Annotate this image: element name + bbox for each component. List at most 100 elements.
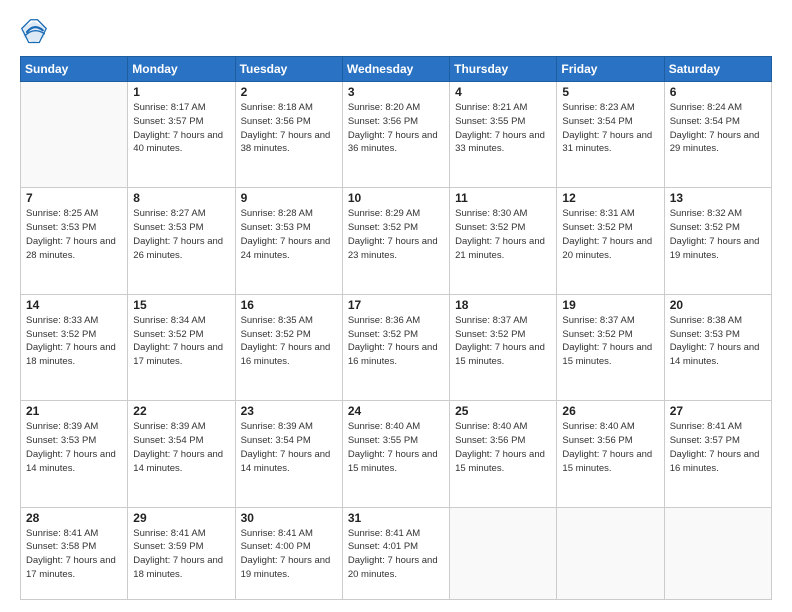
day-cell: 18 Sunrise: 8:37 AMSunset: 3:52 PMDayligh…	[450, 294, 557, 400]
col-thursday: Thursday	[450, 57, 557, 82]
col-saturday: Saturday	[664, 57, 771, 82]
day-info: Sunrise: 8:36 AMSunset: 3:52 PMDaylight:…	[348, 314, 444, 369]
day-cell: 17 Sunrise: 8:36 AMSunset: 3:52 PMDayligh…	[342, 294, 449, 400]
day-cell: 5 Sunrise: 8:23 AMSunset: 3:54 PMDaylight…	[557, 82, 664, 188]
day-cell	[21, 82, 128, 188]
day-info: Sunrise: 8:35 AMSunset: 3:52 PMDaylight:…	[241, 314, 337, 369]
day-number: 30	[241, 511, 337, 525]
day-cell	[450, 507, 557, 599]
day-cell: 3 Sunrise: 8:20 AMSunset: 3:56 PMDaylight…	[342, 82, 449, 188]
week-row-1: 7 Sunrise: 8:25 AMSunset: 3:53 PMDaylight…	[21, 188, 772, 294]
day-cell	[557, 507, 664, 599]
week-row-3: 21Sunrise: 8:39 AMSunset: 3:53 PMDayligh…	[21, 401, 772, 507]
day-cell: 22 Sunrise: 8:39 AMSunset: 3:54 PMDayligh…	[128, 401, 235, 507]
day-number: 28	[26, 511, 122, 525]
col-friday: Friday	[557, 57, 664, 82]
day-number: 18	[455, 298, 551, 312]
day-info: Sunrise: 8:18 AMSunset: 3:56 PMDaylight:…	[241, 101, 337, 156]
day-info: Sunrise: 8:17 AMSunset: 3:57 PMDaylight:…	[133, 101, 229, 156]
day-cell: 24Sunrise: 8:40 AMSunset: 3:55 PMDayligh…	[342, 401, 449, 507]
day-cell: 6 Sunrise: 8:24 AMSunset: 3:54 PMDaylight…	[664, 82, 771, 188]
day-cell: 29 Sunrise: 8:41 AMSunset: 3:59 PMDayligh…	[128, 507, 235, 599]
day-cell: 27Sunrise: 8:41 AMSunset: 3:57 PMDayligh…	[664, 401, 771, 507]
day-info: Sunrise: 8:37 AMSunset: 3:52 PMDaylight:…	[562, 314, 658, 369]
day-cell: 23 Sunrise: 8:39 AMSunset: 3:54 PMDayligh…	[235, 401, 342, 507]
day-info: Sunrise: 8:25 AMSunset: 3:53 PMDaylight:…	[26, 207, 122, 262]
col-wednesday: Wednesday	[342, 57, 449, 82]
day-number: 15	[133, 298, 229, 312]
day-info: Sunrise: 8:33 AMSunset: 3:52 PMDaylight:…	[26, 314, 122, 369]
day-cell: 26 Sunrise: 8:40 AMSunset: 3:56 PMDayligh…	[557, 401, 664, 507]
day-info: Sunrise: 8:39 AMSunset: 3:53 PMDaylight:…	[26, 420, 122, 475]
day-number: 24	[348, 404, 444, 418]
day-number: 6	[670, 85, 766, 99]
day-cell: 25 Sunrise: 8:40 AMSunset: 3:56 PMDayligh…	[450, 401, 557, 507]
day-number: 10	[348, 191, 444, 205]
day-info: Sunrise: 8:29 AMSunset: 3:52 PMDaylight:…	[348, 207, 444, 262]
day-cell: 13 Sunrise: 8:32 AMSunset: 3:52 PMDayligh…	[664, 188, 771, 294]
day-number: 26	[562, 404, 658, 418]
day-cell: 11Sunrise: 8:30 AMSunset: 3:52 PMDayligh…	[450, 188, 557, 294]
day-info: Sunrise: 8:41 AMSunset: 3:59 PMDaylight:…	[133, 527, 229, 582]
day-cell: 14 Sunrise: 8:33 AMSunset: 3:52 PMDayligh…	[21, 294, 128, 400]
week-row-0: 1 Sunrise: 8:17 AMSunset: 3:57 PMDaylight…	[21, 82, 772, 188]
day-info: Sunrise: 8:23 AMSunset: 3:54 PMDaylight:…	[562, 101, 658, 156]
day-number: 23	[241, 404, 337, 418]
day-info: Sunrise: 8:40 AMSunset: 3:56 PMDaylight:…	[562, 420, 658, 475]
day-info: Sunrise: 8:27 AMSunset: 3:53 PMDaylight:…	[133, 207, 229, 262]
day-info: Sunrise: 8:41 AMSunset: 4:00 PMDaylight:…	[241, 527, 337, 582]
day-info: Sunrise: 8:32 AMSunset: 3:52 PMDaylight:…	[670, 207, 766, 262]
day-info: Sunrise: 8:31 AMSunset: 3:52 PMDaylight:…	[562, 207, 658, 262]
calendar-header-row: Sunday Monday Tuesday Wednesday Thursday…	[21, 57, 772, 82]
day-cell: 16Sunrise: 8:35 AMSunset: 3:52 PMDayligh…	[235, 294, 342, 400]
day-number: 2	[241, 85, 337, 99]
day-number: 31	[348, 511, 444, 525]
day-cell: 2 Sunrise: 8:18 AMSunset: 3:56 PMDaylight…	[235, 82, 342, 188]
day-info: Sunrise: 8:38 AMSunset: 3:53 PMDaylight:…	[670, 314, 766, 369]
header	[20, 18, 772, 46]
col-sunday: Sunday	[21, 57, 128, 82]
day-cell: 9Sunrise: 8:28 AMSunset: 3:53 PMDaylight…	[235, 188, 342, 294]
day-cell: 7 Sunrise: 8:25 AMSunset: 3:53 PMDaylight…	[21, 188, 128, 294]
day-info: Sunrise: 8:41 AMSunset: 3:58 PMDaylight:…	[26, 527, 122, 582]
day-number: 4	[455, 85, 551, 99]
day-info: Sunrise: 8:21 AMSunset: 3:55 PMDaylight:…	[455, 101, 551, 156]
day-number: 19	[562, 298, 658, 312]
day-number: 25	[455, 404, 551, 418]
calendar-table: Sunday Monday Tuesday Wednesday Thursday…	[20, 56, 772, 600]
day-cell: 28 Sunrise: 8:41 AMSunset: 3:58 PMDayligh…	[21, 507, 128, 599]
day-number: 20	[670, 298, 766, 312]
day-number: 27	[670, 404, 766, 418]
day-cell: 1 Sunrise: 8:17 AMSunset: 3:57 PMDaylight…	[128, 82, 235, 188]
col-monday: Monday	[128, 57, 235, 82]
day-cell: 15 Sunrise: 8:34 AMSunset: 3:52 PMDayligh…	[128, 294, 235, 400]
logo	[20, 18, 52, 46]
day-number: 14	[26, 298, 122, 312]
day-cell: 19 Sunrise: 8:37 AMSunset: 3:52 PMDayligh…	[557, 294, 664, 400]
logo-icon	[20, 18, 48, 46]
day-number: 5	[562, 85, 658, 99]
day-number: 22	[133, 404, 229, 418]
day-number: 29	[133, 511, 229, 525]
day-info: Sunrise: 8:30 AMSunset: 3:52 PMDaylight:…	[455, 207, 551, 262]
day-info: Sunrise: 8:34 AMSunset: 3:52 PMDaylight:…	[133, 314, 229, 369]
day-number: 7	[26, 191, 122, 205]
day-number: 3	[348, 85, 444, 99]
day-number: 13	[670, 191, 766, 205]
day-info: Sunrise: 8:20 AMSunset: 3:56 PMDaylight:…	[348, 101, 444, 156]
day-number: 17	[348, 298, 444, 312]
day-cell: 8Sunrise: 8:27 AMSunset: 3:53 PMDaylight…	[128, 188, 235, 294]
day-info: Sunrise: 8:39 AMSunset: 3:54 PMDaylight:…	[133, 420, 229, 475]
day-number: 9	[241, 191, 337, 205]
day-cell: 12 Sunrise: 8:31 AMSunset: 3:52 PMDayligh…	[557, 188, 664, 294]
week-row-4: 28 Sunrise: 8:41 AMSunset: 3:58 PMDayligh…	[21, 507, 772, 599]
day-info: Sunrise: 8:24 AMSunset: 3:54 PMDaylight:…	[670, 101, 766, 156]
page: Sunday Monday Tuesday Wednesday Thursday…	[0, 0, 792, 612]
day-info: Sunrise: 8:39 AMSunset: 3:54 PMDaylight:…	[241, 420, 337, 475]
day-cell: 21Sunrise: 8:39 AMSunset: 3:53 PMDayligh…	[21, 401, 128, 507]
day-info: Sunrise: 8:41 AMSunset: 4:01 PMDaylight:…	[348, 527, 444, 582]
day-info: Sunrise: 8:40 AMSunset: 3:56 PMDaylight:…	[455, 420, 551, 475]
day-number: 12	[562, 191, 658, 205]
day-info: Sunrise: 8:37 AMSunset: 3:52 PMDaylight:…	[455, 314, 551, 369]
day-number: 1	[133, 85, 229, 99]
